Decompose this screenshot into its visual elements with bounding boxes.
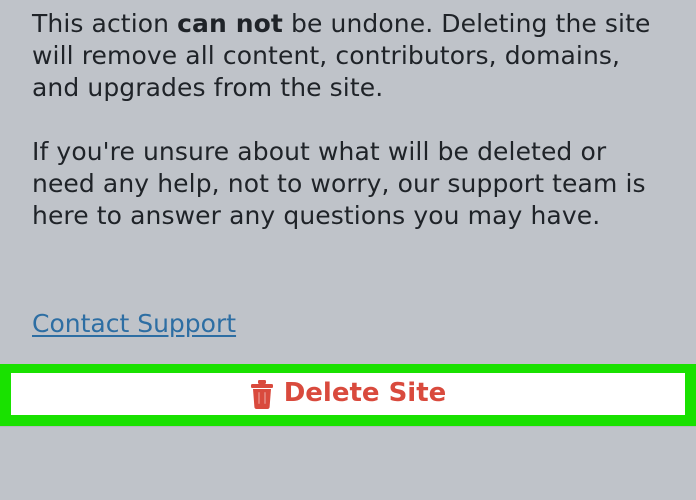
divider xyxy=(0,426,696,427)
page: { "warning": { "prefix": "This action ",… xyxy=(0,0,696,500)
warning-paragraph: This action can not be undone. Deleting … xyxy=(32,8,672,104)
contact-support-link[interactable]: Contact Support xyxy=(32,308,236,340)
delete-site-button[interactable]: Delete Site xyxy=(11,373,685,415)
warning-emphasis: can not xyxy=(177,9,283,38)
support-paragraph: If you're unsure about what will be dele… xyxy=(32,137,646,230)
trash-icon xyxy=(250,380,273,409)
warning-prefix: This action xyxy=(32,9,178,38)
delete-site-label: Delete Site xyxy=(283,378,447,408)
delete-site-content: This action can not be undone. Deleting … xyxy=(32,8,672,232)
